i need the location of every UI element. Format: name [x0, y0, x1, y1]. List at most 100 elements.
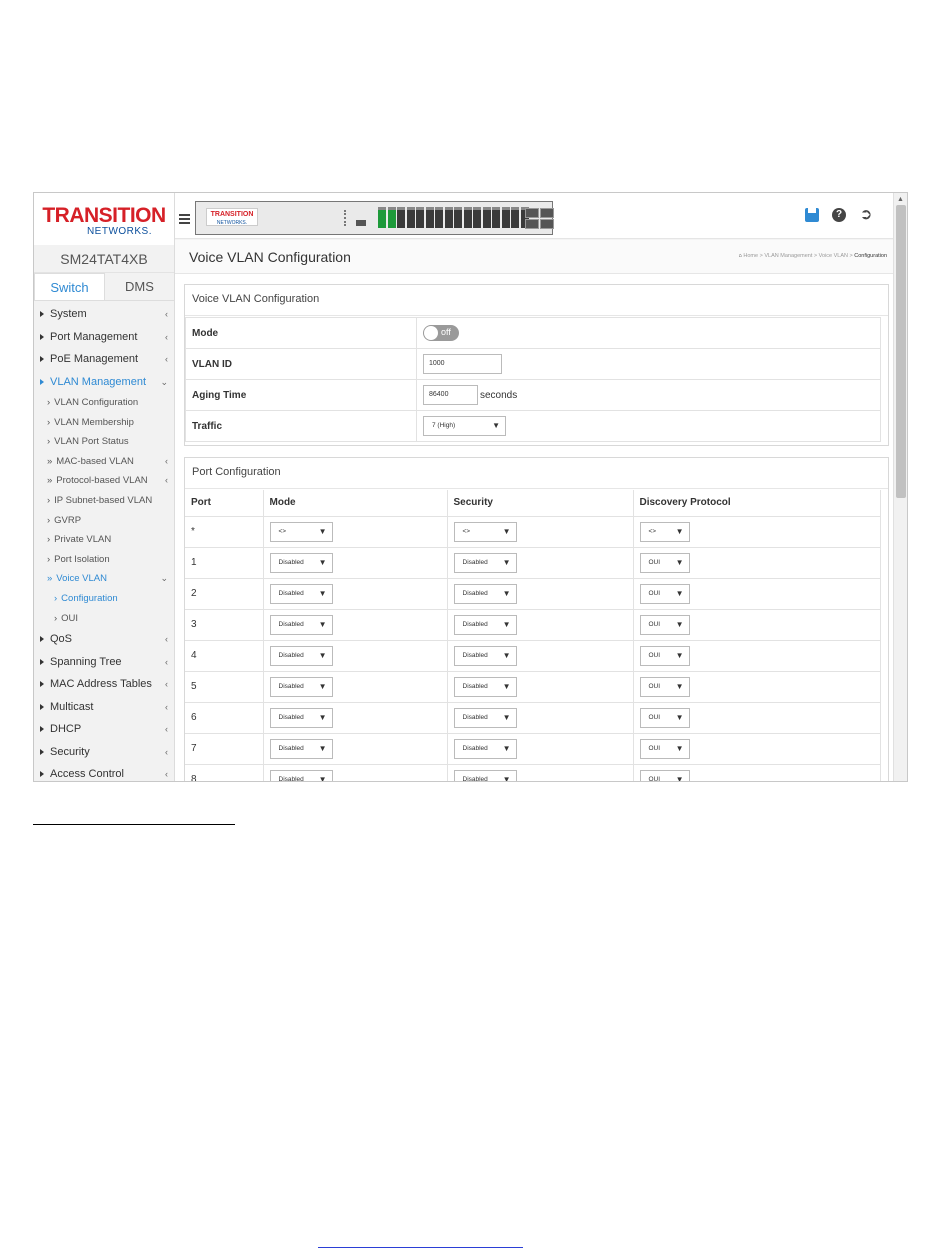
- port-mode-select[interactable]: Disabled ▼: [269, 738, 333, 759]
- port-discovery-select[interactable]: OUI ▼: [639, 707, 690, 728]
- vlan-id-input[interactable]: 1000: [423, 354, 502, 374]
- port-number: 8: [185, 764, 264, 781]
- mode-toggle[interactable]: off: [423, 325, 459, 341]
- nav-item-voice-vlan[interactable]: » Voice VLAN ⌄: [34, 569, 174, 589]
- aging-time-label: Aging Time: [185, 379, 417, 411]
- port-discovery-select[interactable]: OUI ▼: [639, 676, 690, 697]
- port-icon[interactable]: [435, 207, 443, 228]
- breadcrumb-vlan-management[interactable]: VLAN Management: [764, 253, 812, 259]
- scrollbar[interactable]: ▲: [893, 193, 907, 781]
- port-security-select[interactable]: Disabled ▼: [453, 769, 517, 781]
- port-security-select[interactable]: Disabled ▼: [453, 645, 517, 666]
- port-security-select[interactable]: Disabled ▼: [453, 738, 517, 759]
- mode-cell: Disabled ▼: [263, 578, 448, 610]
- port-icon[interactable]: [397, 207, 405, 228]
- nav-item-ip-subnet-based-vlan[interactable]: › IP Subnet-based VLAN: [34, 491, 174, 511]
- breadcrumb-voice-vlan[interactable]: Voice VLAN: [819, 253, 848, 259]
- port-icon[interactable]: [463, 207, 472, 228]
- nav-item-port-management[interactable]: Port Management ‹: [34, 326, 174, 349]
- port-security-select[interactable]: Disabled ▼: [453, 583, 517, 604]
- discovery-cell: OUI ▼: [633, 671, 881, 703]
- logout-icon[interactable]: ➲: [857, 206, 875, 224]
- port-mode-select[interactable]: Disabled ▼: [269, 676, 333, 697]
- nav-item-vlan-management[interactable]: VLAN Management ⌄: [34, 371, 174, 394]
- tab-dms[interactable]: DMS: [105, 273, 174, 300]
- port-discovery-select[interactable]: OUI ▼: [639, 552, 690, 573]
- port-mode-select[interactable]: <> ▼: [269, 521, 333, 542]
- nav-item-protocol-based-vlan[interactable]: » Protocol-based VLAN ‹: [34, 471, 174, 491]
- nav-label: Security: [50, 745, 90, 758]
- nav-item-configuration[interactable]: › Configuration: [34, 589, 174, 609]
- tab-switch[interactable]: Switch: [34, 273, 105, 300]
- nav-item-dhcp[interactable]: DHCP ‹: [34, 718, 174, 741]
- port-mode-select[interactable]: Disabled ▼: [269, 552, 333, 573]
- hamburger-icon[interactable]: [179, 214, 190, 226]
- nav-item-oui[interactable]: › OUI: [34, 609, 174, 629]
- port-icon[interactable]: [454, 207, 462, 228]
- port-icon[interactable]: [511, 207, 519, 228]
- nav-item-vlan-membership[interactable]: › VLAN Membership: [34, 413, 174, 433]
- nav-item-poe-management[interactable]: PoE Management ‹: [34, 348, 174, 371]
- nav-item-multicast[interactable]: Multicast ‹: [34, 696, 174, 719]
- help-icon[interactable]: ?: [830, 206, 848, 224]
- port-icon[interactable]: [387, 207, 396, 228]
- port-icon[interactable]: [492, 207, 500, 228]
- nav-item-mac-address-tables[interactable]: MAC Address Tables ‹: [34, 673, 174, 696]
- sfp-port-icon[interactable]: [525, 219, 539, 229]
- home-icon[interactable]: ⌂: [739, 253, 742, 259]
- port-discovery-select[interactable]: OUI ▼: [639, 738, 690, 759]
- breadcrumb-home[interactable]: Home: [743, 253, 758, 259]
- port-discovery-select[interactable]: OUI ▼: [639, 769, 690, 781]
- port-mode-select[interactable]: Disabled ▼: [269, 614, 333, 635]
- caret-down-icon: ▼: [675, 712, 684, 722]
- nav-item-qos[interactable]: QoS ‹: [34, 628, 174, 651]
- nav-item-vlan-port-status[interactable]: › VLAN Port Status: [34, 432, 174, 452]
- sfp-port-icon[interactable]: [525, 208, 539, 218]
- caret-down-icon: ▼: [502, 557, 511, 567]
- port-discovery-value: OUI: [648, 589, 661, 597]
- port-security-select[interactable]: Disabled ▼: [453, 676, 517, 697]
- port-security-select[interactable]: <> ▼: [453, 521, 517, 542]
- sfp-ports: [524, 208, 554, 229]
- port-icon[interactable]: [501, 207, 510, 228]
- nav-item-access-control[interactable]: Access Control ‹: [34, 763, 174, 781]
- port-icon[interactable]: [416, 207, 424, 228]
- port-mode-select[interactable]: Disabled ▼: [269, 583, 333, 604]
- nav-item-vlan-configuration[interactable]: › VLAN Configuration: [34, 393, 174, 413]
- caret-down-icon: ▼: [492, 421, 500, 430]
- nav-item-gvrp[interactable]: › GVRP: [34, 511, 174, 531]
- port-mode-select[interactable]: Disabled ▼: [269, 769, 333, 781]
- brand-logo[interactable]: TRANSITION NETWORKS.: [34, 193, 174, 245]
- port-discovery-select[interactable]: OUI ▼: [639, 614, 690, 635]
- port-icon[interactable]: [425, 207, 434, 228]
- port-mode-select[interactable]: Disabled ▼: [269, 645, 333, 666]
- caret-down-icon: ▼: [502, 681, 511, 691]
- port-security-select[interactable]: Disabled ▼: [453, 614, 517, 635]
- aging-time-input[interactable]: 86400: [423, 385, 478, 405]
- nav-item-port-isolation[interactable]: › Port Isolation: [34, 550, 174, 570]
- scroll-up-icon[interactable]: ▲: [897, 196, 904, 203]
- port-icon[interactable]: [378, 207, 386, 228]
- port-mode-select[interactable]: Disabled ▼: [269, 707, 333, 728]
- port-icon[interactable]: [482, 207, 491, 228]
- port-security-select[interactable]: Disabled ▼: [453, 707, 517, 728]
- nav-item-security[interactable]: Security ‹: [34, 741, 174, 764]
- mode-cell: Disabled ▼: [263, 547, 448, 579]
- traffic-select[interactable]: 7 (High) ▼: [423, 416, 506, 436]
- chevron-left-icon: ‹: [165, 309, 168, 319]
- nav-item-mac-based-vlan[interactable]: » MAC-based VLAN ‹: [34, 452, 174, 472]
- nav-item-spanning-tree[interactable]: Spanning Tree ‹: [34, 651, 174, 674]
- port-security-select[interactable]: Disabled ▼: [453, 552, 517, 573]
- port-icon[interactable]: [406, 207, 415, 228]
- port-discovery-select[interactable]: OUI ▼: [639, 583, 690, 604]
- sfp-port-icon[interactable]: [540, 219, 554, 229]
- port-icon[interactable]: [444, 207, 453, 228]
- port-discovery-select[interactable]: <> ▼: [639, 521, 690, 542]
- nav-item-private-vlan[interactable]: › Private VLAN: [34, 530, 174, 550]
- save-icon[interactable]: [803, 206, 821, 224]
- port-icon[interactable]: [473, 207, 481, 228]
- nav-item-system[interactable]: System ‹: [34, 303, 174, 326]
- sfp-port-icon[interactable]: [540, 208, 554, 218]
- scroll-thumb[interactable]: [896, 205, 906, 498]
- port-discovery-select[interactable]: OUI ▼: [639, 645, 690, 666]
